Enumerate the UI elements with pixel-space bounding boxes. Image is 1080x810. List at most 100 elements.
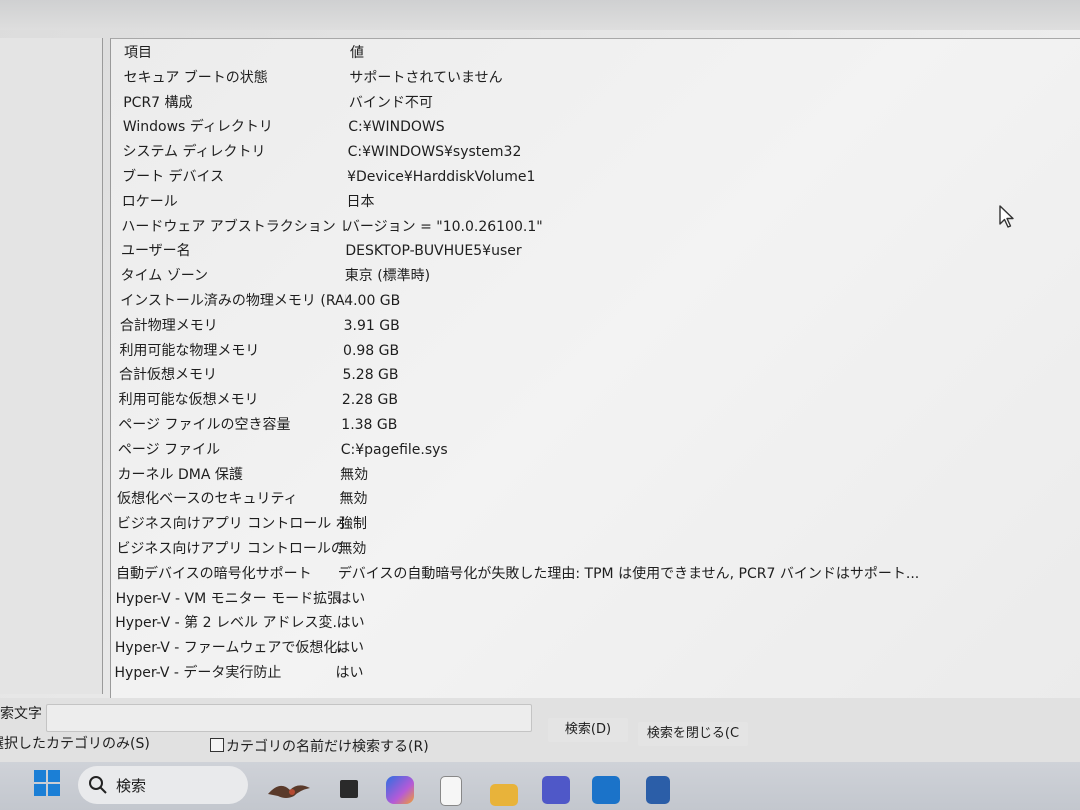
table-row[interactable]: Hyper-V - データ実行防止 はい	[115, 661, 1052, 685]
item-value: 無効	[338, 541, 367, 557]
table-row[interactable]: Hyper-V - VM モニター モード拡張... はい	[116, 587, 1051, 611]
close-find-button[interactable]: 検索を閉じる(C	[638, 722, 748, 746]
teams-icon[interactable]	[542, 776, 570, 804]
windows-start-icon[interactable]	[34, 770, 60, 796]
item-name: 利用可能な物理メモリ	[119, 342, 260, 359]
table-row[interactable]: 利用可能な物理メモリ 0.98 GB	[119, 339, 1051, 363]
item-value: 5.28 GB	[342, 367, 399, 384]
table-row[interactable]: タイム ゾーン 東京 (標準時)	[121, 264, 1051, 288]
table-row[interactable]: ビジネス向けアプリ コントロールのユー...無効	[116, 537, 1051, 561]
item-name: システム ディレクトリ	[122, 144, 266, 161]
item-value: 無効	[339, 491, 368, 508]
table-row[interactable]: PCR7 構成 バインド不可	[123, 91, 1051, 115]
item-name: 合計仮想メモリ	[119, 367, 218, 384]
item-value: はい	[336, 615, 365, 632]
item-name: ハードウェア アブストラクション レイヤー	[121, 218, 348, 235]
item-name: Hyper-V - 第 2 レベル アドレス変...	[115, 615, 342, 632]
app-icon[interactable]	[646, 776, 670, 804]
window-top-edge	[0, 0, 1080, 30]
table-row[interactable]: 合計仮想メモリ 5.28 GB	[119, 363, 1051, 387]
item-value: バージョン = "10.0.26100.1"	[345, 218, 543, 235]
item-value: 日本	[346, 193, 375, 210]
item-value: C:¥WINDOWS	[348, 119, 445, 136]
item-value: C:¥WINDOWS¥system32	[347, 144, 522, 161]
item-name: 仮想化ベースのセキュリティ	[117, 491, 298, 508]
mouse-pointer-icon	[999, 205, 1014, 228]
item-value: サポートされていません	[349, 69, 503, 86]
table-row[interactable]: Hyper-V - ファームウェアで仮想化が... はい	[115, 636, 1051, 660]
item-name: カーネル DMA 保護	[117, 466, 243, 483]
item-name: Hyper-V - ファームウェアで仮想化が...	[114, 640, 341, 657]
item-value: 2.28 GB	[341, 392, 398, 409]
item-name: セキュア ブートの状態	[123, 69, 268, 86]
item-value: はい	[336, 640, 365, 657]
table-row[interactable]: ページ ファイル C:¥pagefile.sys	[118, 438, 1051, 462]
table-row[interactable]: ロケール 日本	[122, 190, 1051, 214]
table-row[interactable]: 自動デバイスの暗号化サポート デバイスの自動暗号化が失敗した理由: TPM は使用…	[116, 562, 1051, 586]
table-row[interactable]: ユーザー名 DESKTOP-BUVHUE5¥user	[121, 239, 1051, 263]
outlook-icon[interactable]	[592, 776, 620, 804]
item-value: 4.00 GB	[344, 293, 401, 309]
item-name: ユーザー名	[120, 243, 191, 260]
search-icon	[89, 776, 107, 794]
item-value: 3.91 GB	[343, 317, 400, 334]
table-row[interactable]: カーネル DMA 保護 無効	[118, 463, 1051, 487]
table-row[interactable]: インストール済みの物理メモリ (RAM) 4.00 GB	[120, 289, 1051, 313]
item-name: Windows ディレクトリ	[122, 119, 273, 136]
table-row[interactable]: ハードウェア アブストラクション レイヤーバージョン = "10.0.26100…	[121, 215, 1051, 239]
item-name: ブート デバイス	[122, 169, 225, 185]
item-value: バインド不可	[348, 94, 433, 111]
column-header-item: 項目	[124, 45, 152, 61]
notepad-icon[interactable]	[440, 776, 462, 806]
item-value: 1.38 GB	[341, 417, 398, 433]
category-names-only-label: カテゴリの名前だけ検索する(R)	[226, 739, 429, 755]
item-name: 自動デバイスの暗号化サポート	[116, 565, 312, 582]
table-row[interactable]: ビジネス向けアプリ コントロール ポリ...強制	[117, 512, 1051, 536]
table-row[interactable]: Hyper-V - 第 2 レベル アドレス変... はい	[115, 611, 1051, 635]
table-row[interactable]: Windows ディレクトリ C:¥WINDOWS	[123, 115, 1051, 139]
item-value: DESKTOP-BUVHUE5¥user	[345, 243, 522, 260]
table-row[interactable]: ブート デバイス ¥Device¥HarddiskVolume1	[122, 165, 1051, 189]
column-header-value: 値	[350, 45, 364, 61]
selected-category-only-label: 選択したカテゴリのみ(S)	[0, 736, 150, 752]
category-names-only-option[interactable]: カテゴリの名前だけ検索する(R)	[210, 736, 429, 756]
item-name: PCR7 構成	[123, 94, 193, 111]
item-value: デバイスの自動暗号化が失敗した理由: TPM は使用できません, PCR7 バイ…	[337, 565, 920, 582]
item-name: ページ ファイルの空き容量	[118, 417, 291, 433]
item-name: ビジネス向けアプリ コントロール ポリ...	[116, 516, 343, 533]
table-row[interactable]: システム ディレクトリ C:¥WINDOWS¥system32	[122, 140, 1051, 164]
item-name: インストール済みの物理メモリ (RAM)	[120, 293, 347, 309]
item-value: C:¥pagefile.sys	[340, 441, 448, 458]
system-info-list[interactable]: 項目 値セキュア ブートの状態 サポートされていません PCR7 構成 バインド不可 Wi…	[110, 38, 1080, 699]
category-tree-pane[interactable]	[0, 38, 103, 694]
bird-widget-icon[interactable]	[264, 776, 314, 804]
table-row[interactable]: 利用可能な仮想メモリ 2.28 GB	[119, 388, 1051, 412]
table-row[interactable]: 合計物理メモリ 3.91 GB	[120, 314, 1051, 338]
item-value: 東京 (標準時)	[344, 268, 431, 285]
file-explorer-icon[interactable]	[490, 784, 518, 806]
taskbar-search-label: 検索	[116, 777, 147, 795]
copilot-icon[interactable]	[386, 776, 414, 804]
category-names-only-checkbox[interactable]	[210, 738, 224, 752]
item-name: ページ ファイル	[117, 441, 221, 458]
find-label: 検索文字	[0, 706, 42, 722]
item-name: タイム ゾーン	[120, 268, 209, 285]
item-name: ビジネス向けアプリ コントロールのユー...	[116, 541, 343, 557]
item-value: はい	[337, 590, 366, 607]
item-name: ロケール	[121, 193, 178, 210]
task-view-icon[interactable]	[336, 776, 364, 804]
table-row[interactable]: セキュア ブートの状態 サポートされていません	[124, 66, 1051, 90]
item-value: はい	[335, 665, 364, 681]
item-value: ¥Device¥HarddiskVolume1	[347, 169, 536, 185]
item-name: 利用可能な仮想メモリ	[118, 392, 259, 409]
item-name: 合計物理メモリ	[119, 317, 218, 334]
search-button[interactable]: 検索(D)	[548, 718, 628, 742]
item-name: Hyper-V - VM モニター モード拡張...	[115, 590, 342, 607]
selected-category-only-option[interactable]: 選択したカテゴリのみ(S)	[0, 733, 150, 753]
item-name: Hyper-V - データ実行防止	[114, 665, 282, 681]
item-value: 強制	[338, 516, 367, 533]
table-row[interactable]: 仮想化ベースのセキュリティ 無効	[117, 487, 1051, 511]
table-header-row: 項目 値	[124, 41, 1051, 65]
table-row[interactable]: ページ ファイルの空き容量 1.38 GB	[118, 413, 1051, 437]
find-text-input[interactable]	[46, 704, 532, 732]
